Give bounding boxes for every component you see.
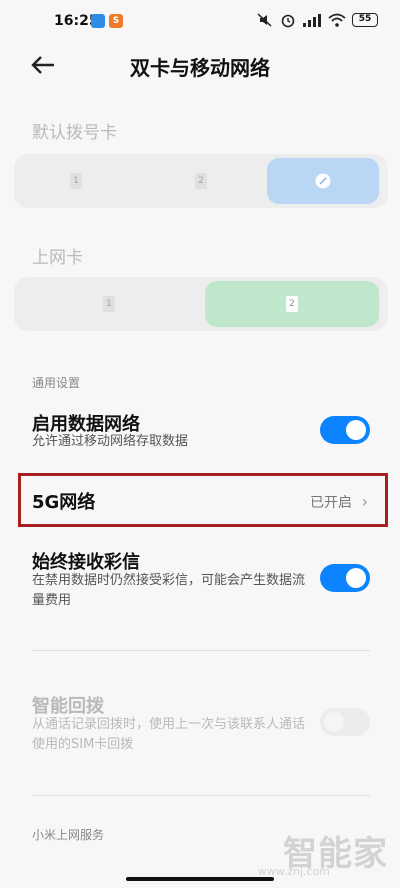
xiaomi-service-heading: 小米上网服务 — [32, 828, 105, 842]
general-settings-heading: 通用设置 — [32, 376, 81, 390]
fiveg-title: 5G网络 — [32, 492, 96, 513]
default-dial-label: 默认拨号卡 — [32, 123, 117, 143]
smart-callback-subtitle: 从通话记录回拨时，使用上一次与该联系人通话使用的SIM卡回拨 — [32, 717, 306, 752]
data-sim1[interactable]: 1 — [14, 277, 204, 331]
status-bar: 16:25 S 55 — [0, 0, 400, 44]
divider — [32, 795, 370, 796]
default-dial-sim1[interactable]: 1 — [14, 154, 138, 208]
notification-icon-app: S — [109, 14, 123, 28]
data-sim2-badge: 2 — [286, 296, 298, 312]
title-bar: 双卡与移动网络 — [0, 44, 400, 84]
notification-icon-blue — [91, 14, 105, 28]
default-dial-selector: 1 2 — [14, 154, 388, 208]
alarm-icon — [281, 14, 295, 28]
divider — [32, 650, 370, 651]
signal-icon — [303, 14, 321, 27]
chevron-right-icon: › — [361, 492, 368, 511]
battery-icon: 55 — [352, 13, 378, 27]
edit-pencil-icon — [315, 173, 331, 189]
mms-subtitle: 在禁用数据时仍然接受彩信，可能会产生数据流量费用 — [32, 573, 306, 608]
data-sim-selector: 1 2 — [14, 277, 388, 331]
mobile-data-toggle[interactable] — [320, 416, 370, 444]
data-sim1-badge: 1 — [103, 296, 115, 312]
fiveg-status-value: 已开启 — [310, 495, 352, 511]
mobile-data-subtitle: 允许通过移动网络存取数据 — [32, 434, 189, 449]
mms-toggle[interactable] — [320, 564, 370, 592]
home-indicator[interactable] — [126, 877, 274, 881]
page-title: 双卡与移动网络 — [130, 56, 270, 80]
mute-icon — [257, 13, 272, 27]
default-dial-sim2[interactable]: 2 — [138, 154, 264, 208]
data-sim-label: 上网卡 — [32, 248, 83, 268]
sim2-badge: 2 — [195, 173, 207, 189]
smart-callback-toggle[interactable] — [320, 708, 370, 736]
default-dial-ask-each-time[interactable] — [267, 158, 379, 204]
sim1-badge: 1 — [70, 173, 82, 189]
wifi-icon — [328, 13, 346, 27]
status-icons: 55 — [256, 12, 378, 28]
data-sim2[interactable]: 2 — [205, 281, 379, 327]
